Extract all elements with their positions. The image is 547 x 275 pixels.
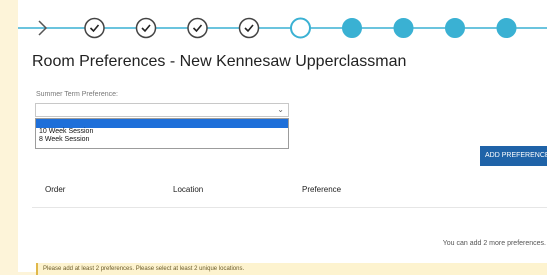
progress-step-upcoming <box>342 18 362 38</box>
progress-step-complete <box>84 17 105 39</box>
summer-term-option-8-week[interactable]: 8 Week Session <box>36 136 288 144</box>
preferences-table-header: Order Location Preference <box>18 183 547 197</box>
column-header-order: Order <box>45 185 66 194</box>
progress-stepper-graphic <box>18 17 547 39</box>
progress-step-complete <box>187 17 208 39</box>
progress-stepper <box>18 0 547 58</box>
progress-step-complete <box>238 17 260 39</box>
summer-term-dropdown-list[interactable]: 10 Week Session 8 Week Session <box>35 118 289 149</box>
summer-term-select[interactable]: ⌄ <box>35 103 289 117</box>
progress-step-upcoming <box>496 18 517 38</box>
progress-step-upcoming <box>445 18 465 38</box>
remaining-preferences-text: You can add 2 more preferences. <box>442 240 546 247</box>
summer-term-label: Summer Term Preference: <box>36 91 118 98</box>
column-header-preference: Preference <box>302 185 342 194</box>
column-header-location: Location <box>173 185 204 194</box>
table-divider <box>32 207 547 208</box>
summer-term-option-blank[interactable] <box>36 119 288 128</box>
summer-term-option-10-week[interactable]: 10 Week Session <box>36 128 288 136</box>
add-preference-button[interactable]: ADD PREFERENCE <box>480 146 547 166</box>
chevron-down-icon: ⌄ <box>277 105 284 114</box>
progress-step-complete <box>135 17 157 39</box>
progress-step-current <box>290 17 311 39</box>
page-title: Room Preferences - New Kennesaw Uppercla… <box>32 53 407 70</box>
page-container: Room Preferences - New Kennesaw Uppercla… <box>18 0 547 275</box>
validation-alert: Please add at least 2 preferences. Pleas… <box>36 263 547 275</box>
progress-step-upcoming <box>393 18 414 38</box>
